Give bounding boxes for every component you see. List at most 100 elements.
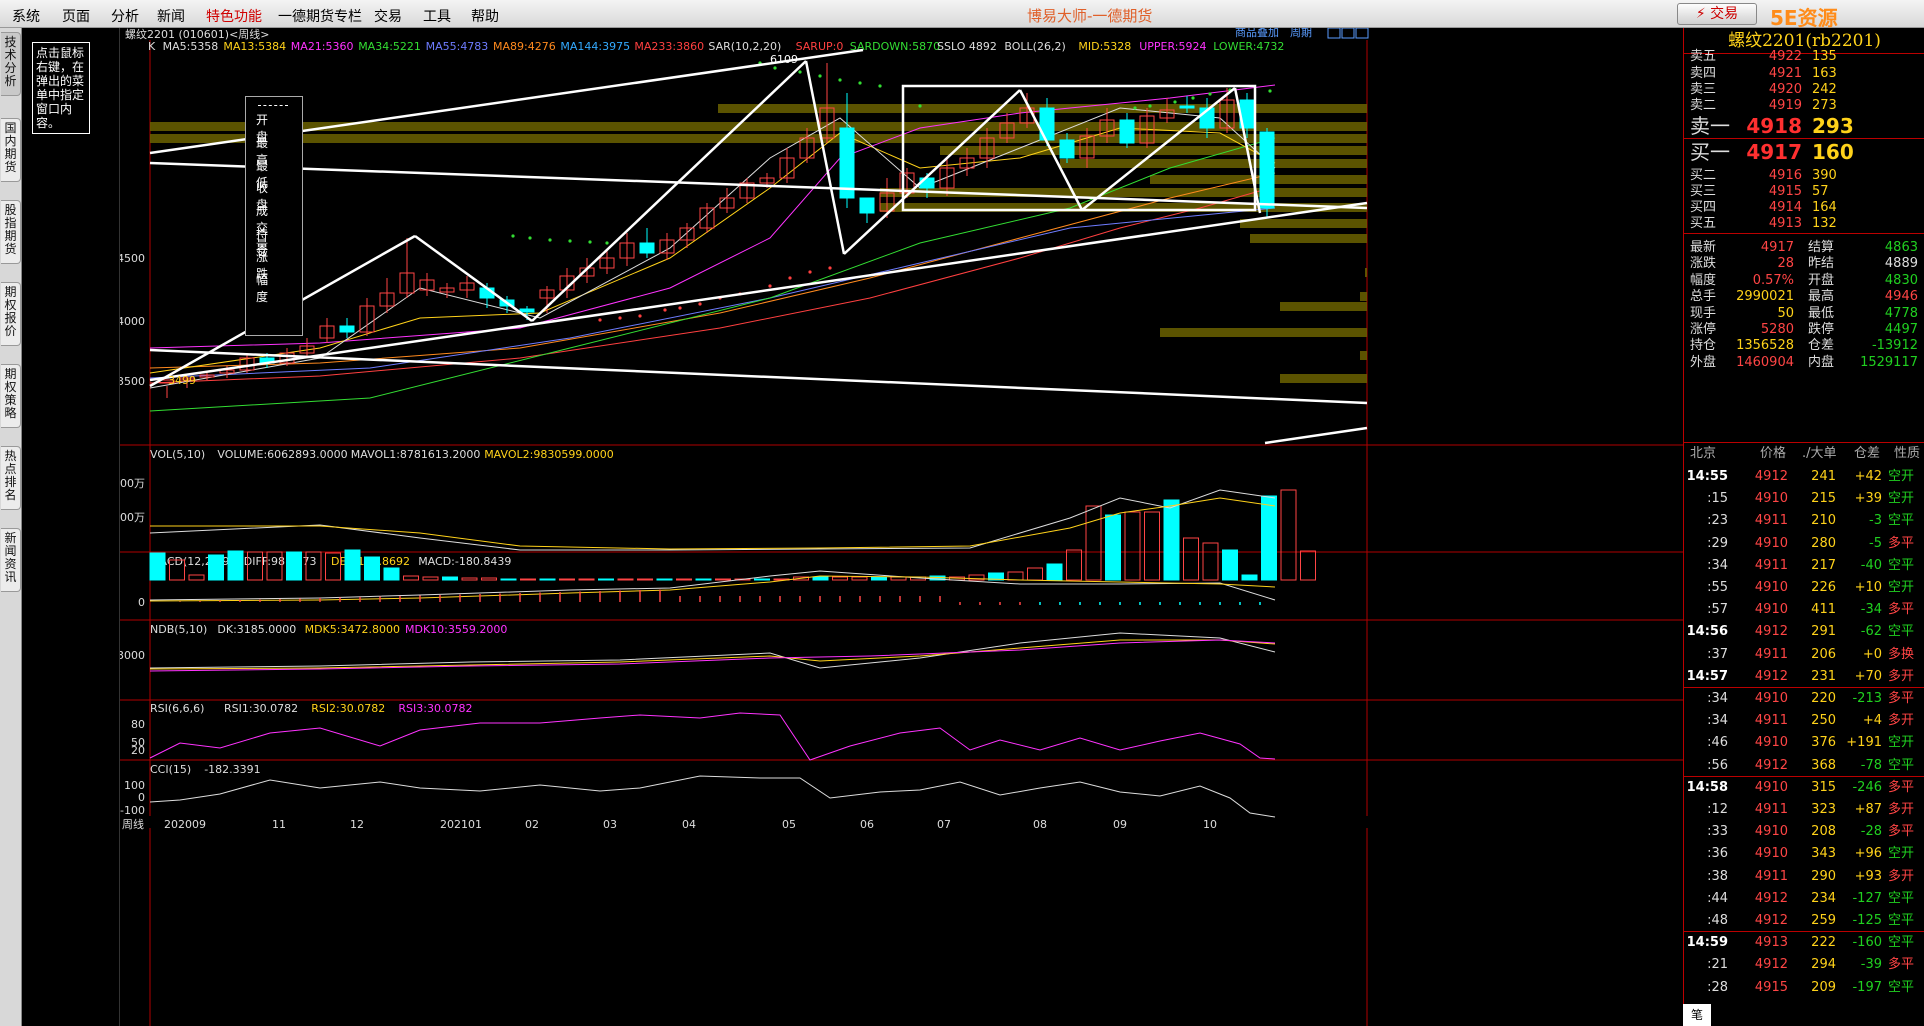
sar-dot	[568, 239, 572, 243]
volume-bar	[1300, 550, 1316, 581]
tick-type: 多平	[1888, 824, 1915, 840]
sar-dot	[618, 316, 622, 320]
menu-column[interactable]: 一德期货专栏	[278, 6, 362, 26]
sar-dot	[818, 74, 822, 78]
volume-bar	[1007, 571, 1024, 581]
ask-row[interactable]: 卖一 4918 293	[1684, 113, 1924, 139]
volume-bar	[695, 578, 712, 581]
tick-row[interactable]: :46 4910 376 +191 空开	[1684, 732, 1924, 754]
main-indicator-text: SARDOWN:5870	[850, 40, 940, 53]
tick-row[interactable]: :28 4915 209 -197 空平	[1684, 977, 1924, 999]
tab-technical-analysis[interactable]: 技术分析	[1, 32, 21, 96]
price-axis-label: 4500	[120, 252, 145, 265]
stat-cell: 外盘	[1690, 354, 1717, 370]
main-indicator-text: MA5:5358	[163, 40, 219, 53]
volume-bar	[1241, 574, 1258, 581]
tick-row[interactable]: :57 4910 411 -34 多平	[1684, 599, 1924, 621]
tick-row[interactable]: :36 4910 343 +96 空开	[1684, 843, 1924, 865]
tick-oi-change: +4	[1862, 713, 1882, 729]
ticks-mode-tab[interactable]: 笔	[1683, 1004, 1711, 1026]
tab-news[interactable]: 新闻资讯	[1, 528, 21, 592]
tick-price: 4913	[1754, 935, 1788, 951]
tick-row[interactable]: :29 4910 280 -5 多平	[1684, 533, 1924, 555]
tab-domestic-futures[interactable]: 国内期货	[1, 118, 21, 182]
tick-row[interactable]: :12 4911 323 +87 多开	[1684, 799, 1924, 821]
tick-row[interactable]: :23 4911 210 -3 空平	[1684, 510, 1924, 532]
tab-option-strategy[interactable]: 期权策略	[1, 364, 21, 428]
tick-row[interactable]: 14:55 4912 241 +42 空开	[1684, 466, 1924, 488]
candle-body	[1259, 131, 1275, 209]
tick-oi-change: +0	[1862, 646, 1882, 662]
date-label: 202009	[164, 818, 206, 831]
menu-news[interactable]: 新闻	[157, 6, 185, 26]
tick-row[interactable]: 14:59 4913 222 -160 空平	[1684, 932, 1924, 954]
tick-row[interactable]: :44 4912 234 -127 空平	[1684, 888, 1924, 910]
ndb-dk-line	[149, 632, 1276, 669]
menu-analysis[interactable]: 分析	[111, 6, 139, 26]
tick-time: 14:56	[1686, 624, 1728, 640]
rsi-line	[149, 712, 1276, 761]
date-label: 02	[525, 818, 539, 831]
tick-time: :34	[1707, 713, 1728, 729]
menu-tools[interactable]: 工具	[423, 6, 451, 26]
bid-row[interactable]: 买五 4913 132	[1684, 214, 1924, 233]
link-period: 周期	[1290, 28, 1312, 39]
sar-dot	[878, 84, 882, 88]
rsi-axis-label: 80	[131, 718, 145, 731]
candle-body	[859, 197, 875, 214]
chart-area[interactable]: 螺纹2201 (010601)<周线> 商品叠加 周期 K MA5:5358 MA13:5…	[120, 28, 1683, 1026]
menu-trade[interactable]: 交易	[374, 6, 402, 26]
tick-row[interactable]: :15 4910 215 +39 空开	[1684, 488, 1924, 510]
menu-bar: 系统 页面 分析 新闻 特色功能 一德期货专栏 交易 工具 帮助 博易大师-一德…	[0, 0, 1924, 55]
menu-help[interactable]: 帮助	[471, 6, 499, 26]
stat-cell: 1529117	[1860, 354, 1918, 370]
chart-canvas[interactable]: 螺纹2201 (010601)<周线> 商品叠加 周期K MA5:5358 MA13:5…	[120, 28, 1683, 1026]
volume-bar	[1280, 489, 1297, 581]
volume-bar	[188, 574, 205, 581]
tick-time: :15	[1707, 491, 1728, 507]
tick-row[interactable]: :21 4912 294 -39 多平	[1684, 954, 1924, 976]
vol-axis-label: 600万	[120, 511, 145, 524]
tick-volume: 323	[1811, 802, 1836, 817]
bid-row[interactable]: 买一 4917 160	[1684, 139, 1924, 165]
volume-bar	[403, 575, 419, 581]
tick-row[interactable]: :48 4912 259 -125 空平	[1684, 910, 1924, 932]
ndb-axis-label: 3000	[120, 649, 145, 662]
tick-time: :29	[1707, 535, 1728, 551]
tick-row[interactable]: 14:58 4910 315 -246 多平	[1684, 777, 1924, 799]
trendline	[414, 234, 533, 323]
tick-type: 空开	[1888, 469, 1915, 484]
trade-button[interactable]: ⚡ 交易	[1677, 3, 1757, 25]
tab-index-futures[interactable]: 股指期货	[1, 200, 21, 264]
tick-row[interactable]: :34 4911 250 +4 多开	[1684, 710, 1924, 732]
tick-row[interactable]: :37 4911 206 +0 多换	[1684, 644, 1924, 666]
tick-oi-change: -3	[1869, 513, 1882, 529]
tick-volume: 259	[1811, 913, 1836, 928]
tick-row[interactable]: :34 4910 220 -213 多平	[1684, 688, 1924, 710]
tick-row[interactable]: :38 4911 290 +93 多开	[1684, 866, 1924, 888]
stat-cell: 1460904	[1736, 354, 1794, 370]
volume-bar	[1183, 537, 1199, 581]
tick-row[interactable]: :56 4912 368 -78 空平	[1684, 755, 1924, 777]
tick-row[interactable]: :34 4911 217 -40 空平	[1684, 555, 1924, 577]
ticks-header: 北京 价格 ./大单 仓差 性质	[1684, 444, 1924, 464]
menu-system[interactable]: 系统	[12, 6, 40, 26]
tick-row[interactable]: :55 4910 226 +10 空开	[1684, 577, 1924, 599]
main-indicator-text: MID:5328	[1078, 40, 1131, 53]
tick-price: 4910	[1754, 824, 1788, 840]
menu-page[interactable]: 页面	[62, 6, 90, 26]
tick-row[interactable]: 14:57 4912 231 +70 多开	[1684, 666, 1924, 688]
tab-hot-ranking[interactable]: 热点排名	[1, 446, 21, 510]
tick-price: 4912	[1754, 913, 1788, 928]
tick-type: 空平	[1888, 979, 1915, 995]
tick-row[interactable]: 14:56 4912 291 -62 空平	[1684, 621, 1924, 643]
tab-option-quotes[interactable]: 期权报价	[1, 282, 21, 346]
menu-special[interactable]: 特色功能	[206, 6, 262, 26]
ticks-header-vol: ./大单	[1802, 446, 1837, 461]
tick-row[interactable]: :33 4910 208 -28 多平	[1684, 821, 1924, 843]
order-price: 4917	[1746, 140, 1802, 164]
tick-type: 多换	[1888, 646, 1915, 662]
tick-volume: 343	[1811, 846, 1836, 862]
tick-volume: 220	[1811, 691, 1836, 706]
tick-price: 4912	[1754, 957, 1788, 973]
